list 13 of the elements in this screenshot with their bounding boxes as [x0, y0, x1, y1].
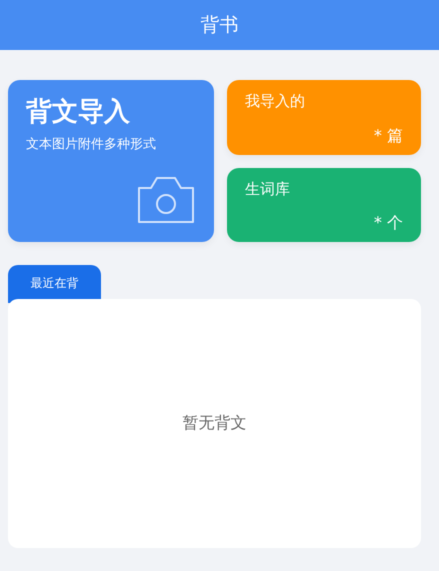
stat-label: 我导入的 — [245, 92, 305, 111]
stat-label: 生词库 — [245, 180, 290, 198]
empty-message: 暂无背文 — [182, 413, 246, 434]
camera-icon — [135, 174, 197, 226]
import-card[interactable]: 背文导入 文本图片附件多种形式 — [8, 80, 214, 242]
stat-card[interactable]: 我导入的 * 篇 — [227, 80, 421, 154]
stat-count: * 个 — [374, 213, 403, 234]
import-title: 背文导入 — [26, 96, 130, 129]
recent-tab[interactable]: 最近在背 — [8, 265, 101, 303]
import-subtitle: 文本图片附件多种形式 — [26, 136, 156, 153]
page-title: 背书 — [0, 0, 439, 50]
stat-card[interactable]: 生词库 * 个 — [227, 168, 421, 242]
stat-count: * 篇 — [374, 126, 403, 146]
